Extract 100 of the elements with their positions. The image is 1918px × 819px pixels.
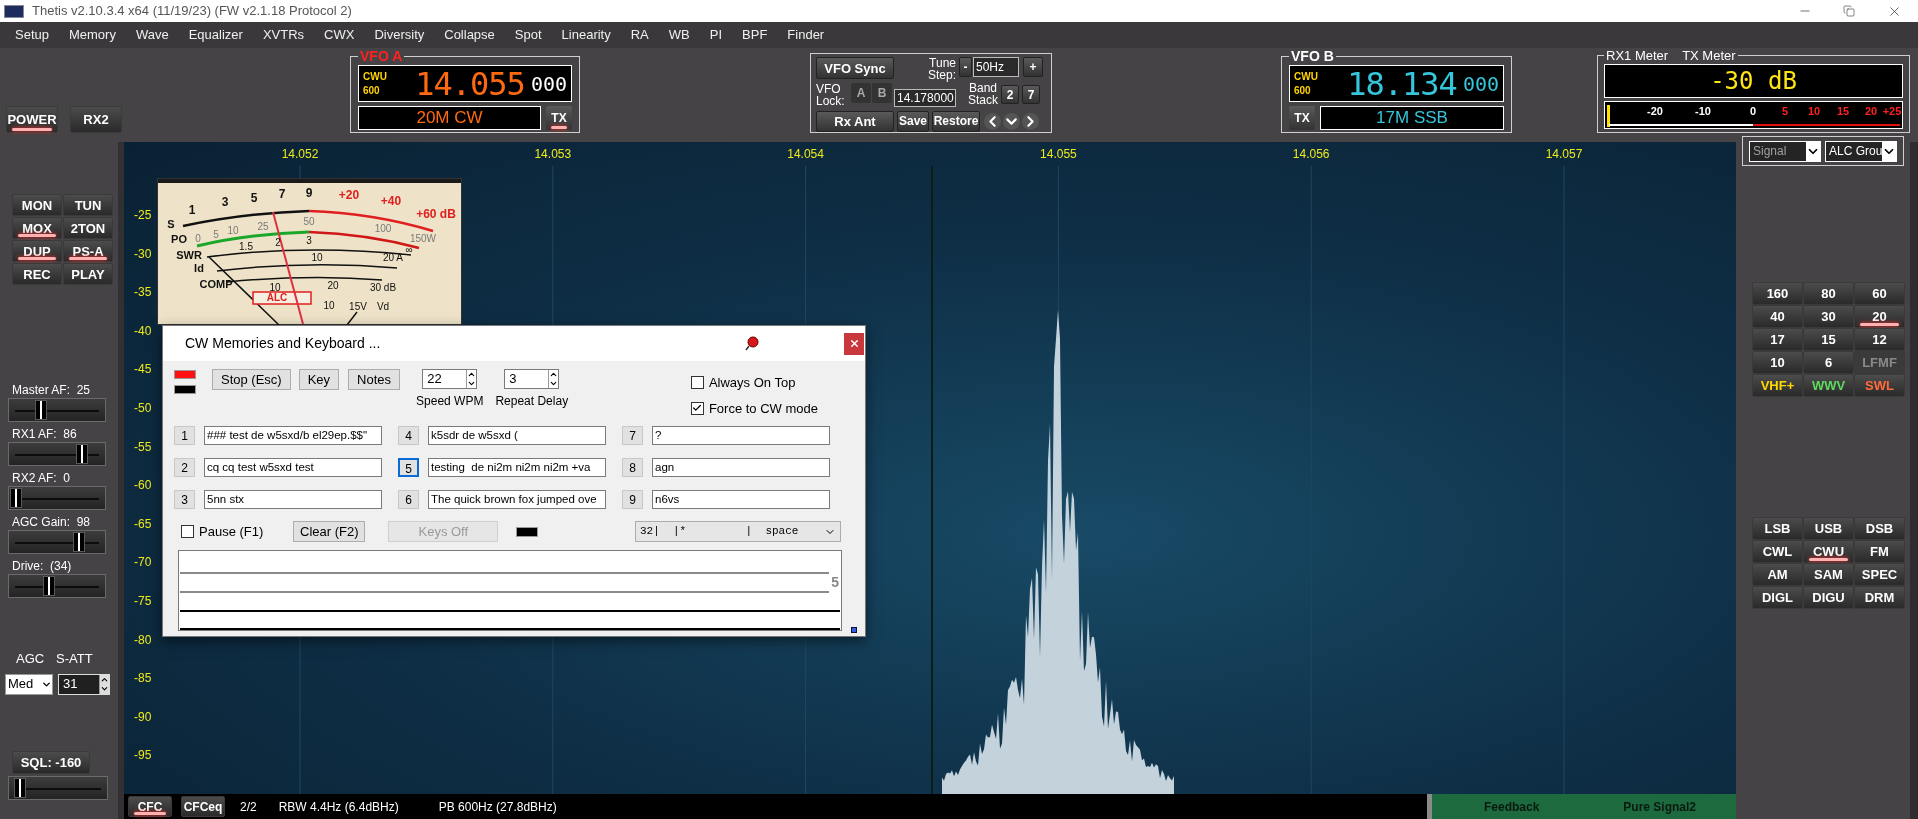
menu-item[interactable]: Finder <box>787 25 825 45</box>
restore-icon[interactable] <box>1843 5 1855 17</box>
keyboard-text-area[interactable]: 5 <box>178 550 842 631</box>
slider-thumb[interactable] <box>42 576 55 596</box>
memory-field[interactable]: 5nn stx <box>204 490 382 509</box>
repeat-field[interactable]: 3 <box>504 369 560 389</box>
function-button[interactable]: MOX <box>12 217 62 239</box>
function-button[interactable]: MON <box>12 194 62 216</box>
memory-field[interactable]: n6vs <box>652 490 830 509</box>
band-button[interactable]: SWL <box>1854 374 1905 397</box>
down-arrow-button[interactable] <box>1003 112 1020 130</box>
band-button[interactable]: 20 <box>1854 305 1905 328</box>
memory-button[interactable]: 2 <box>174 458 195 477</box>
vfo-sync-button[interactable]: VFO Sync <box>816 57 894 79</box>
mode-button[interactable]: SAM <box>1803 563 1854 586</box>
function-button[interactable]: PLAY <box>63 263 113 285</box>
slider-thumb[interactable] <box>34 400 47 420</box>
menu-item[interactable]: Collapse <box>444 25 495 45</box>
speed-field[interactable]: 22 <box>422 369 478 389</box>
toolbar-button[interactable]: RX2 <box>70 106 122 133</box>
memory-button[interactable]: 8 <box>622 458 643 477</box>
slider[interactable] <box>8 574 106 598</box>
step-up-button[interactable]: + <box>1023 57 1043 77</box>
band-button[interactable]: VHF+ <box>1752 374 1803 397</box>
menu-item[interactable]: RA <box>630 25 649 45</box>
rx-antenna-button[interactable]: Rx Ant <box>816 110 894 132</box>
slider-thumb[interactable] <box>73 532 86 552</box>
mode-button[interactable]: DIGU <box>1803 586 1854 609</box>
dialog-button[interactable]: Stop (Esc) <box>212 369 291 390</box>
memory-field[interactable]: testing de ni2m ni2m ni2m +va <box>428 458 606 477</box>
menu-item[interactable]: Linearity <box>561 25 611 45</box>
memory-button[interactable]: 4 <box>398 426 419 445</box>
memory-field[interactable]: ### test de w5sxd/b el29ep.$$" <box>204 426 382 445</box>
memory-button[interactable]: 3 <box>174 490 195 509</box>
tune-step-field[interactable]: 50Hz <box>973 57 1019 77</box>
squelch-button[interactable]: SQL: -160 <box>12 750 90 774</box>
slider[interactable] <box>8 530 106 554</box>
band-stack-button[interactable]: 7 <box>1022 85 1040 104</box>
clear-button[interactable]: Clear (F2) <box>293 521 366 542</box>
menu-item[interactable]: BPF <box>742 25 768 45</box>
memory-field[interactable]: ? <box>652 426 830 445</box>
up-arrow-icon[interactable] <box>100 674 109 684</box>
memory-button[interactable]: 9 <box>622 490 643 509</box>
mode-button[interactable]: LSB <box>1752 517 1803 540</box>
tx-button[interactable]: TX <box>1289 106 1315 130</box>
slider[interactable] <box>8 775 108 800</box>
band-button[interactable]: WWV <box>1803 374 1854 397</box>
memory-field[interactable]: agn <box>652 458 830 477</box>
frequency-field[interactable]: 14.178000 <box>894 89 956 107</box>
left-arrow-button[interactable] <box>984 112 1001 130</box>
function-button[interactable]: DUP <box>12 240 62 262</box>
band-button[interactable]: 12 <box>1854 328 1905 351</box>
mode-button[interactable]: DIGL <box>1752 586 1803 609</box>
dialog-button[interactable]: Notes <box>348 369 401 390</box>
band-button[interactable]: 6 <box>1803 351 1854 374</box>
band-button[interactable]: 60 <box>1854 282 1905 305</box>
band-stack-button[interactable]: 2 <box>1001 85 1019 104</box>
menu-item[interactable]: Equalizer <box>188 25 243 45</box>
meter-selector[interactable]: ALC Grou <box>1825 140 1897 162</box>
memory-button[interactable]: 1 <box>174 426 195 445</box>
lock-button[interactable]: A <box>851 83 871 103</box>
close-button[interactable] <box>844 332 864 355</box>
memory-button[interactable]: 5 <box>398 458 419 477</box>
mode-button[interactable]: CWU <box>1803 540 1854 563</box>
slider[interactable] <box>8 398 106 422</box>
mode-button[interactable]: USB <box>1803 517 1854 540</box>
status-button[interactable]: CFCeq <box>181 796 225 817</box>
band-button[interactable]: 17 <box>1752 328 1803 351</box>
menu-item[interactable]: XVTRs <box>262 25 305 45</box>
band-button[interactable]: 30 <box>1803 305 1854 328</box>
step-down-button[interactable]: - <box>959 57 972 77</box>
menu-item[interactable]: Setup <box>15 25 49 45</box>
slider[interactable] <box>8 486 106 510</box>
function-button[interactable]: REC <box>12 263 62 285</box>
status-button[interactable]: CFC <box>128 796 172 817</box>
lock-button[interactable]: B <box>872 83 892 103</box>
checkbox[interactable] <box>690 401 704 415</box>
memory-button[interactable]: 7 <box>622 426 643 445</box>
function-button[interactable]: 2TON <box>63 217 113 239</box>
function-button[interactable]: PS-A <box>63 240 113 262</box>
save-button[interactable]: Save <box>897 110 929 132</box>
menu-item[interactable]: CWX <box>324 25 355 45</box>
tx-button[interactable]: TX <box>546 106 572 130</box>
menu-item[interactable]: Memory <box>69 25 116 45</box>
menu-item[interactable]: Wave <box>135 25 169 45</box>
memory-button[interactable]: 6 <box>398 490 419 509</box>
checkbox[interactable] <box>690 376 704 390</box>
character-dropdown[interactable]: 32| |* | space <box>635 521 841 542</box>
restore-button[interactable]: Restore <box>932 110 980 132</box>
menu-item[interactable]: Diversity <box>374 25 425 45</box>
slider-thumb[interactable] <box>10 488 22 508</box>
toolbar-button[interactable]: POWER <box>6 106 58 133</box>
mode-button[interactable]: CWL <box>1752 540 1803 563</box>
mode-button[interactable]: DSB <box>1854 517 1905 540</box>
menu-item[interactable]: Spot <box>514 25 542 45</box>
band-button[interactable]: 10 <box>1752 351 1803 374</box>
menu-item[interactable]: PI <box>709 25 723 45</box>
band-button[interactable]: 80 <box>1803 282 1854 305</box>
band-button[interactable]: 15 <box>1803 328 1854 351</box>
mode-button[interactable]: SPEC <box>1854 563 1905 586</box>
